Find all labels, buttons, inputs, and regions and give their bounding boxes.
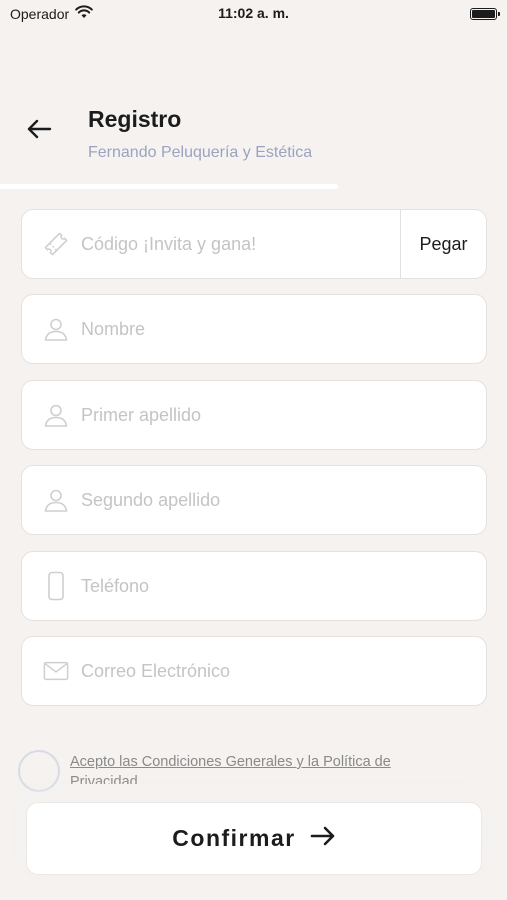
arrow-right-icon [310, 825, 336, 853]
invite-code-input[interactable]: Código ¡Invita y gana! [81, 234, 400, 255]
progress-fill [0, 184, 339, 189]
terms-link[interactable]: Acepto las Condiciones Generales y la Po… [70, 752, 440, 784]
phone-input[interactable]: Teléfono [81, 576, 486, 597]
registration-screen: Operador 11:02 a. m. Registro Fernando P… [0, 0, 507, 900]
status-bar: Operador 11:02 a. m. [0, 0, 507, 28]
user-icon [43, 487, 69, 513]
confirm-button[interactable]: Confirmar [26, 802, 482, 875]
progress-bar [0, 184, 507, 189]
page-title: Registro [88, 106, 182, 132]
battery-icon [470, 8, 500, 20]
confirm-label: Confirmar [172, 825, 296, 851]
page-subtitle: Fernando Peluquería y Estética [88, 144, 313, 161]
first-name-field[interactable]: Nombre [21, 294, 487, 364]
terms-radio[interactable] [18, 750, 60, 792]
phone-icon [43, 571, 69, 601]
phone-field[interactable]: Teléfono [21, 551, 487, 621]
battery-level [472, 10, 495, 18]
ticket-icon [43, 231, 69, 257]
paste-button[interactable]: Pegar [400, 210, 486, 278]
first-surname-input[interactable]: Primer apellido [81, 405, 486, 426]
status-time: 11:02 a. m. [218, 5, 289, 21]
email-input[interactable]: Correo Electrónico [81, 661, 486, 682]
back-button[interactable] [22, 116, 56, 146]
second-surname-field[interactable]: Segundo apellido [21, 465, 487, 535]
invite-code-field[interactable]: Código ¡Invita y gana! Pegar [21, 209, 487, 279]
email-field[interactable]: Correo Electrónico [21, 636, 487, 706]
first-name-input[interactable]: Nombre [81, 319, 486, 340]
mail-icon [43, 658, 69, 684]
user-icon [43, 402, 69, 428]
arrow-left-icon [26, 118, 52, 145]
first-surname-field[interactable]: Primer apellido [21, 380, 487, 450]
second-surname-input[interactable]: Segundo apellido [81, 490, 486, 511]
user-icon [43, 316, 69, 342]
